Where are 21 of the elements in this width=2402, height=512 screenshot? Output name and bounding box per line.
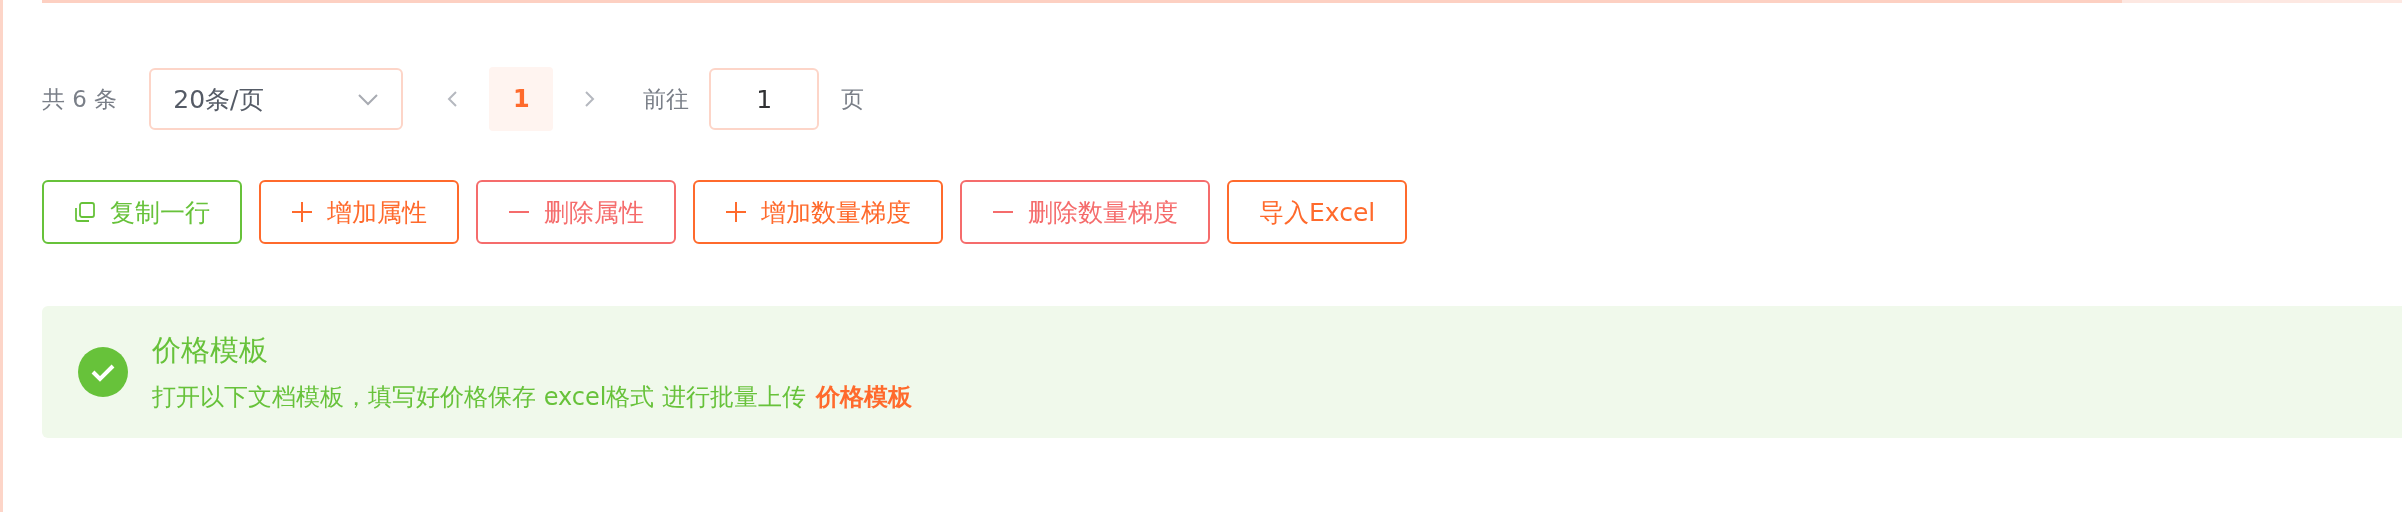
goto-label: 前往	[643, 84, 690, 114]
alert-description: 打开以下文档模板，填写好价格保存 excel格式 进行批量上传	[152, 382, 806, 413]
action-button[interactable]: 删除数量梯度	[960, 180, 1210, 244]
minus-icon	[992, 210, 1014, 214]
plus-icon	[291, 201, 313, 223]
copy-icon	[74, 201, 96, 223]
page-suffix: 页	[841, 84, 865, 114]
action-button[interactable]: 增加属性	[259, 180, 459, 244]
check-circle-icon	[78, 347, 128, 397]
action-button[interactable]: 导入Excel	[1227, 180, 1408, 244]
action-button[interactable]: 删除属性	[476, 180, 676, 244]
action-button[interactable]: 复制一行	[42, 180, 242, 244]
alert-title: 价格模板	[152, 332, 269, 369]
page-number[interactable]: 1	[489, 67, 554, 131]
plus-icon	[725, 201, 747, 223]
page-size-select[interactable]: 20条/页	[149, 68, 404, 130]
minus-icon	[508, 210, 530, 214]
total-count: 共 6 条	[42, 84, 118, 114]
page-input[interactable]: 1	[709, 68, 820, 130]
action-button[interactable]: 增加数量梯度	[693, 180, 943, 244]
template-link[interactable]: 价格模板	[816, 381, 912, 413]
